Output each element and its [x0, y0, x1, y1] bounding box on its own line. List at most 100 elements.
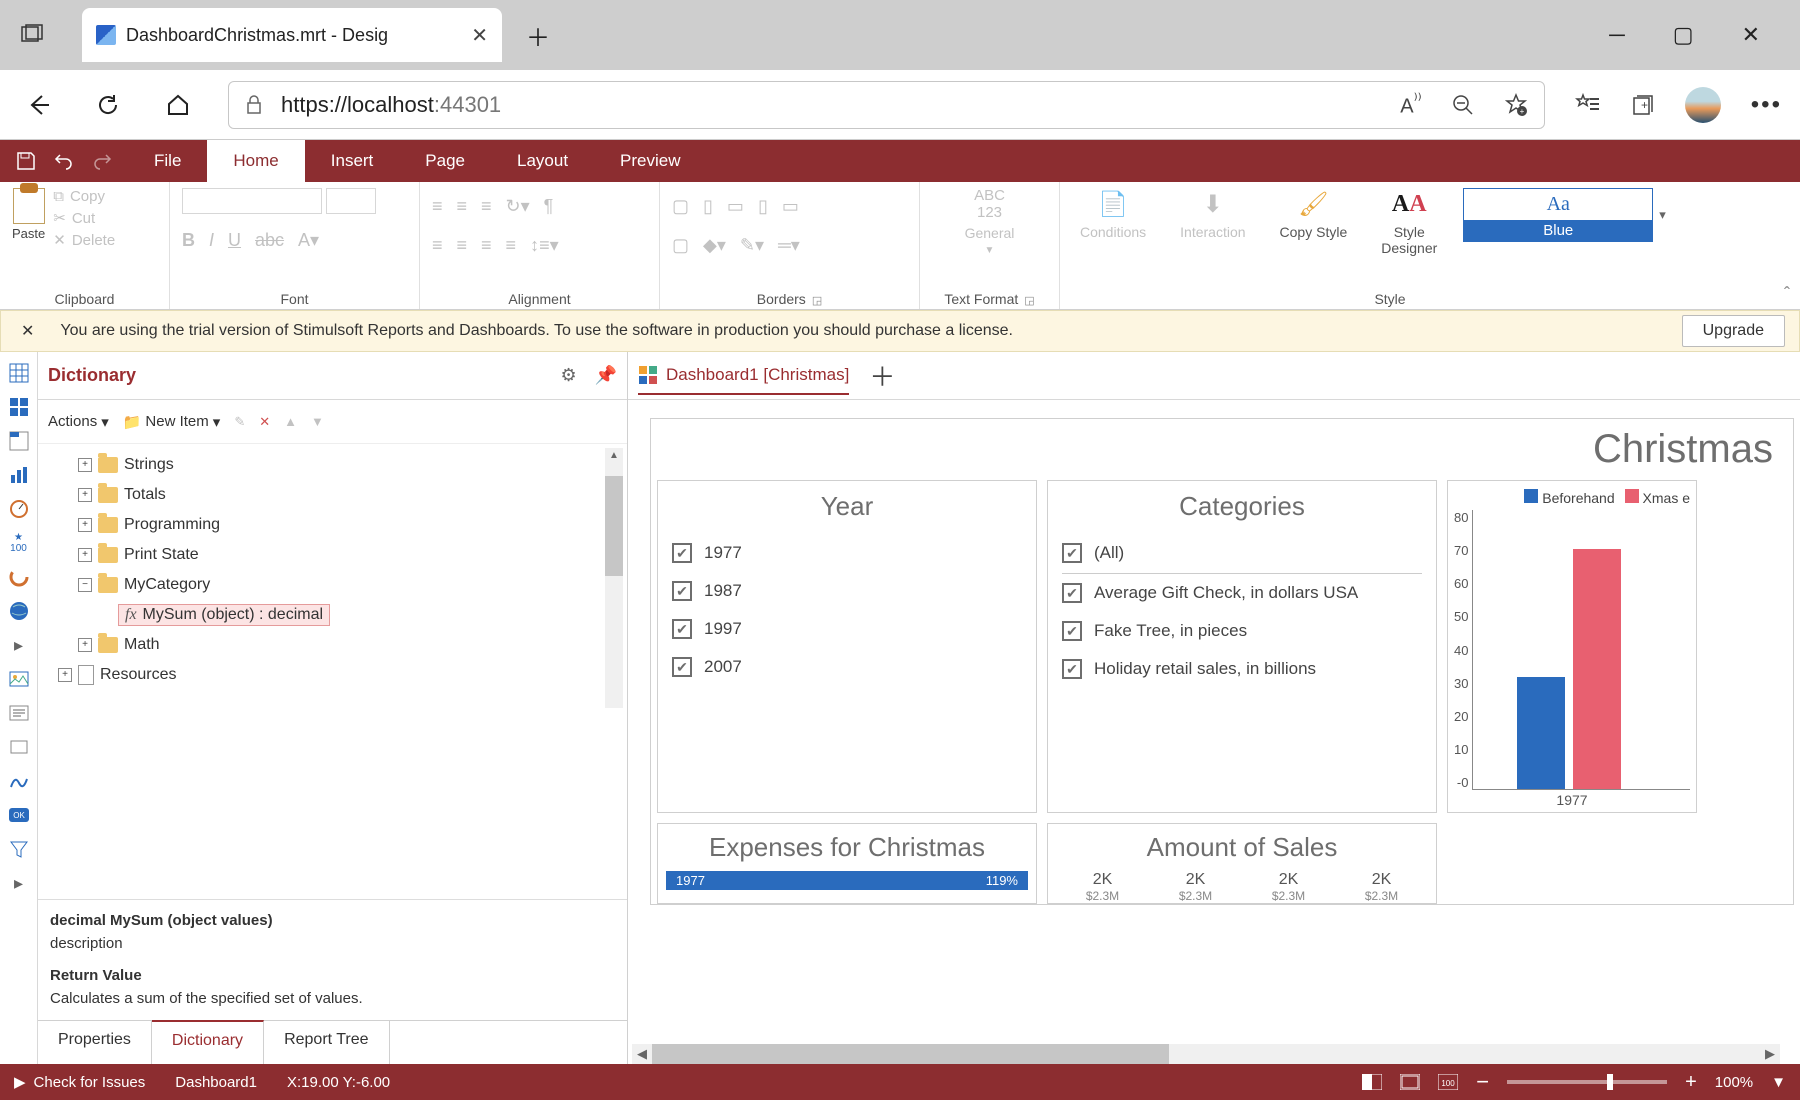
copy-style-button[interactable]: 🖌Copy Style	[1272, 188, 1356, 240]
status-bar: ▶Check for Issues Dashboard1 X:19.00 Y:-…	[0, 1064, 1800, 1100]
year-checkbox-1977[interactable]: ✔1977	[672, 534, 1022, 572]
category-checkbox-retail[interactable]: ✔Holiday retail sales, in billions	[1062, 650, 1422, 688]
tab-properties[interactable]: Properties	[38, 1021, 152, 1064]
refresh-button[interactable]	[88, 85, 128, 125]
zoom-in-button[interactable]: +	[1685, 1071, 1697, 1094]
tree-item-resources[interactable]: +Resources	[38, 660, 627, 690]
style-designer-button[interactable]: AAStyle Designer	[1373, 188, 1445, 256]
tab-dictionary[interactable]: Dictionary	[152, 1020, 264, 1064]
tab-insert[interactable]: Insert	[305, 140, 400, 182]
tab-layout[interactable]: Layout	[491, 140, 594, 182]
tree-scrollbar[interactable]: ▲	[605, 448, 623, 708]
tool-gauge-icon[interactable]	[8, 498, 30, 520]
minimize-icon[interactable]: ─	[1609, 22, 1625, 48]
undo-icon[interactable]	[54, 151, 74, 171]
tool-map-icon[interactable]	[8, 600, 30, 622]
tree-item-mysum[interactable]: fxMySum (object) : decimal	[38, 600, 627, 630]
year-checkbox-2007[interactable]: ✔2007	[672, 648, 1022, 686]
address-bar[interactable]: https://localhost:44301 A⁾⁾ +	[228, 81, 1545, 129]
category-checkbox-tree[interactable]: ✔Fake Tree, in pieces	[1062, 612, 1422, 650]
style-dropdown-icon[interactable]: ▾	[1659, 207, 1666, 223]
new-tab-button[interactable]: ＋	[518, 15, 558, 55]
home-button[interactable]	[158, 85, 198, 125]
style-swatch[interactable]: Aa Blue	[1463, 188, 1653, 242]
chart-panel[interactable]: Beforehand Xmas e 80 70 60 50 40 30	[1447, 480, 1697, 813]
year-checkbox-1997[interactable]: ✔1997	[672, 610, 1022, 648]
paste-button[interactable]: Paste	[12, 188, 45, 241]
tool-image-icon[interactable]	[8, 668, 30, 690]
browser-tab[interactable]: DashboardChristmas.mrt - Desig ✕	[82, 8, 502, 62]
check-for-issues[interactable]: ▶Check for Issues	[14, 1073, 145, 1091]
categories-panel[interactable]: Categories ✔(All) ✔Average Gift Check, i…	[1047, 480, 1437, 813]
tree-item-totals[interactable]: +Totals	[38, 480, 627, 510]
collections-icon[interactable]: +	[1631, 93, 1655, 117]
rotate-icon: ↻▾	[506, 196, 530, 217]
dashboard-canvas[interactable]: Christmas Year ✔1977 ✔1987 ✔1997 ✔2007 C…	[650, 418, 1794, 905]
close-trial-notice-icon[interactable]: ✕	[15, 321, 40, 341]
tab-file[interactable]: File	[128, 140, 207, 182]
redo-icon[interactable]	[92, 151, 112, 171]
year-checkbox-1987[interactable]: ✔1987	[672, 572, 1022, 610]
actions-dropdown[interactable]: Actions ▾	[48, 413, 109, 431]
settings-gear-icon[interactable]: ⚙	[560, 365, 576, 386]
delete-item-icon[interactable]: ✕	[259, 414, 270, 430]
tool-indicator-icon[interactable]: ★100	[8, 532, 30, 554]
sales-panel[interactable]: Amount of Sales 2K2K2K2K $2.3M$2.3M$2.3M…	[1047, 823, 1437, 904]
view-mode-1-icon[interactable]	[1362, 1074, 1382, 1090]
borders-dialog-launcher[interactable]: ◲	[812, 295, 822, 307]
tab-overview-icon[interactable]	[12, 15, 52, 55]
category-checkbox-gift[interactable]: ✔Average Gift Check, in dollars USA	[1062, 574, 1422, 612]
tool-more-icon[interactable]: ▸	[8, 634, 30, 656]
close-tab-icon[interactable]: ✕	[471, 23, 488, 48]
tool-filter-icon[interactable]	[8, 838, 30, 860]
back-button[interactable]	[18, 85, 58, 125]
expenses-panel[interactable]: Expenses for Christmas 1977119%	[657, 823, 1037, 904]
tree-item-programming[interactable]: +Programming	[38, 510, 627, 540]
tab-page[interactable]: Page	[399, 140, 491, 182]
upgrade-button[interactable]: Upgrade	[1682, 315, 1785, 347]
dictionary-title: Dictionary	[48, 365, 136, 386]
tree-item-math[interactable]: +Math	[38, 630, 627, 660]
tool-chart-icon[interactable]	[8, 464, 30, 486]
canvas-h-scrollbar[interactable]: ◀▶	[632, 1044, 1780, 1064]
zoom-level[interactable]: 100%	[1715, 1074, 1753, 1091]
view-mode-2-icon[interactable]	[1400, 1074, 1420, 1090]
tool-progress-icon[interactable]	[8, 566, 30, 588]
tab-home[interactable]: Home	[207, 140, 304, 182]
save-icon[interactable]	[16, 151, 36, 171]
category-checkbox-all[interactable]: ✔(All)	[1062, 534, 1422, 574]
new-item-dropdown[interactable]: 📁New Item ▾	[123, 413, 221, 431]
add-page-button[interactable]: ＋	[869, 357, 895, 394]
zoom-out-button[interactable]: −	[1476, 1069, 1489, 1095]
tool-panel-icon[interactable]	[8, 736, 30, 758]
tool-text-icon[interactable]	[8, 702, 30, 724]
pin-icon[interactable]: 📌	[595, 365, 617, 386]
canvas-tab-dashboard1[interactable]: Dashboard1 [Christmas]	[638, 365, 849, 395]
collapse-ribbon-icon[interactable]: ˆ	[1784, 284, 1790, 305]
textformat-dialog-launcher[interactable]: ◲	[1024, 295, 1034, 307]
tree-item-printstate[interactable]: +Print State	[38, 540, 627, 570]
read-aloud-icon[interactable]: A⁾⁾	[1400, 90, 1422, 119]
tool-pivot-icon[interactable]	[8, 430, 30, 452]
profile-avatar[interactable]	[1685, 87, 1721, 123]
tool-shape-icon[interactable]	[8, 770, 30, 792]
more-menu-icon[interactable]: •••	[1751, 91, 1782, 119]
tree-item-strings[interactable]: +Strings	[38, 450, 627, 480]
tool-more2-icon[interactable]: ▸	[8, 872, 30, 894]
maximize-icon[interactable]: ▢	[1673, 22, 1694, 48]
delete-button: ✕Delete	[53, 231, 115, 249]
tool-table-icon[interactable]	[8, 362, 30, 384]
close-window-icon[interactable]: ✕	[1742, 22, 1760, 48]
tab-report-tree[interactable]: Report Tree	[264, 1021, 389, 1064]
tool-button-icon[interactable]: OK	[8, 804, 30, 826]
year-panel[interactable]: Year ✔1977 ✔1987 ✔1997 ✔2007	[657, 480, 1037, 813]
zoom-slider[interactable]	[1507, 1080, 1667, 1084]
favorite-add-icon[interactable]: +	[1504, 93, 1528, 117]
tab-preview[interactable]: Preview	[594, 140, 706, 182]
zoom-out-icon[interactable]	[1452, 94, 1474, 116]
favorites-list-icon[interactable]	[1575, 92, 1601, 118]
tool-cards-icon[interactable]	[8, 396, 30, 418]
zoom-dropdown-icon[interactable]: ▼	[1771, 1074, 1786, 1091]
tree-item-mycategory[interactable]: −MyCategory	[38, 570, 627, 600]
view-mode-3-icon[interactable]: 100	[1438, 1074, 1458, 1090]
